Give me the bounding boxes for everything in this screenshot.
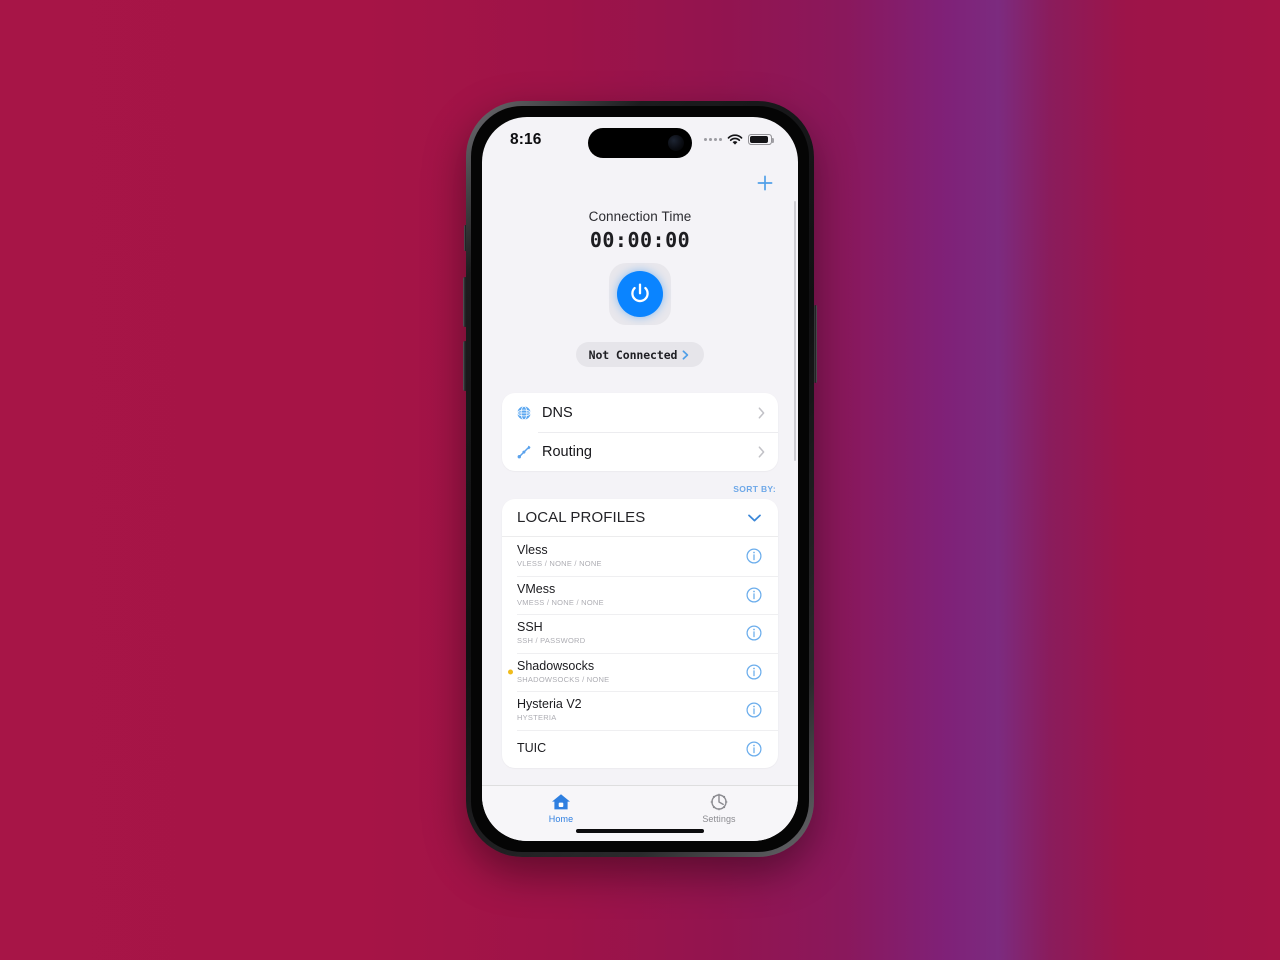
plus-icon	[757, 175, 773, 191]
routing-branch-icon	[515, 443, 532, 460]
menu-item-routing[interactable]: Routing	[502, 432, 778, 471]
tab-home[interactable]: Home	[482, 792, 640, 824]
front-camera	[668, 135, 684, 151]
status-bar-time: 8:16	[510, 131, 542, 148]
sort-by-button[interactable]: SORT BY:	[482, 484, 776, 494]
local-profiles-title: LOCAL PROFILES	[517, 509, 646, 526]
connection-status-text: Not Connected	[588, 347, 678, 362]
phone-frame: 8:16 Connection Time 00:00:00 Not Connec…	[466, 101, 814, 857]
profile-name: TUIC	[517, 741, 547, 756]
info-circle-icon[interactable]	[746, 702, 762, 718]
profile-subtitle: SSH / PASSWORD	[517, 636, 586, 646]
device-power-button[interactable]	[813, 305, 817, 383]
power-button-circle	[617, 271, 663, 317]
info-circle-icon[interactable]	[746, 664, 762, 680]
home-indicator[interactable]	[576, 828, 704, 833]
phone-device: 8:16 Connection Time 00:00:00 Not Connec…	[463, 101, 817, 857]
menu-item-dns[interactable]: DNS	[502, 393, 778, 432]
tab-home-label: Home	[548, 814, 574, 824]
power-icon	[631, 283, 649, 303]
vertical-scrollbar[interactable]	[793, 201, 796, 461]
table-row[interactable]: TUIC	[502, 729, 778, 769]
local-profiles-card: LOCAL PROFILES Vless VLESS / NONE / NONE	[502, 499, 778, 768]
tab-settings-label: Settings	[702, 814, 736, 824]
table-row[interactable]: Hysteria V2 HYSTERIA	[502, 691, 778, 730]
profile-name: Hysteria V2	[517, 697, 582, 712]
dynamic-island	[588, 128, 692, 158]
chevron-right-icon	[758, 406, 765, 419]
connect-toggle-button[interactable]	[609, 263, 671, 325]
table-row[interactable]: VMess VMESS / NONE / NONE	[502, 575, 778, 615]
connection-status-pill[interactable]: Not Connected	[575, 342, 705, 367]
profile-name: SSH	[517, 620, 543, 635]
local-profiles-header[interactable]: LOCAL PROFILES	[502, 499, 778, 537]
home-screen-content: Connection Time 00:00:00 Not Connected D…	[482, 163, 798, 785]
tab-settings[interactable]: Settings	[640, 792, 798, 824]
connection-timer-value: 00:00:00	[589, 228, 691, 252]
phone-bezel: 8:16 Connection Time 00:00:00 Not Connec…	[471, 106, 809, 852]
chevron-down-icon[interactable]	[747, 513, 762, 523]
battery-icon	[748, 133, 774, 146]
wifi-icon	[727, 133, 743, 145]
table-row[interactable]: Vless VLESS / NONE / NONE	[502, 537, 778, 576]
table-row[interactable]: SSH SSH / PASSWORD	[502, 614, 778, 653]
phone-screen: 8:16 Connection Time 00:00:00 Not Connec…	[482, 117, 798, 841]
add-profile-button[interactable]	[750, 168, 780, 198]
globe-icon	[515, 404, 532, 421]
profile-name: Shadowsocks	[517, 658, 595, 673]
cellular-signal-icon	[704, 138, 722, 141]
profile-subtitle: VMESS / NONE / NONE	[517, 597, 604, 607]
top-nav-bar	[482, 163, 798, 203]
settings-shortcut-card: DNS Routing	[502, 393, 778, 471]
house-icon	[552, 794, 570, 810]
table-row[interactable]: Shadowsocks SHADOWSOCKS / NONE	[502, 652, 778, 692]
chevron-right-icon	[682, 349, 689, 360]
info-circle-icon[interactable]	[746, 548, 762, 564]
active-profile-dot	[508, 669, 513, 675]
info-circle-icon[interactable]	[746, 625, 762, 641]
menu-item-routing-label: Routing	[542, 443, 592, 460]
menu-item-dns-label: DNS	[542, 404, 573, 421]
profile-subtitle: HYSTERIA	[517, 713, 557, 723]
info-circle-icon[interactable]	[746, 741, 762, 757]
gear-icon	[710, 793, 728, 811]
profile-subtitle: VLESS / NONE / NONE	[517, 559, 602, 569]
info-circle-icon[interactable]	[746, 587, 762, 603]
profile-name: VMess	[517, 581, 556, 596]
status-bar-indicators	[704, 131, 774, 148]
connection-time-label: Connection Time	[588, 209, 692, 224]
connection-hero: Connection Time 00:00:00 Not Connected	[482, 203, 798, 367]
profile-name: Vless	[517, 543, 548, 558]
chevron-right-icon	[758, 445, 765, 458]
profile-subtitle: SHADOWSOCKS / NONE	[517, 674, 610, 684]
